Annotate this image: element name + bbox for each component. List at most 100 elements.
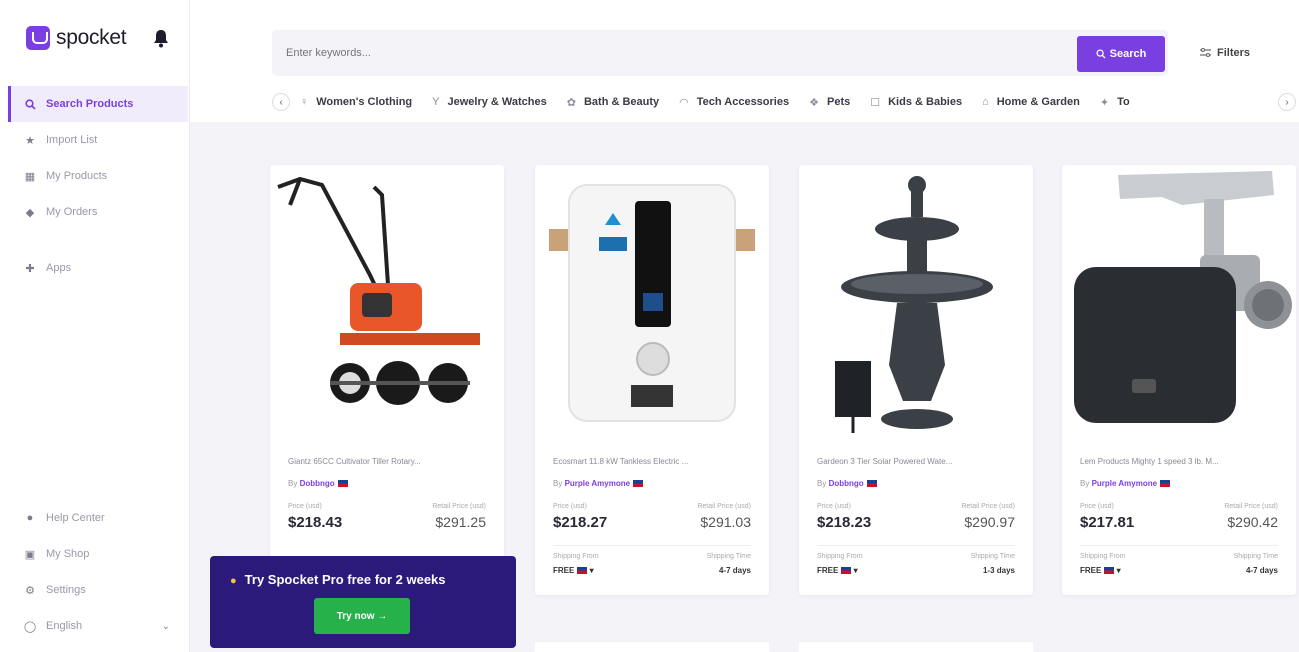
star-icon: ★ <box>25 134 35 147</box>
shipping-time-label: Shipping Time <box>706 553 751 560</box>
sidebar-item-my-products[interactable]: ▦ My Products <box>8 158 188 194</box>
shipping-from-value[interactable]: FREE ▾ <box>1080 566 1121 575</box>
product-retail-price: $291.03 <box>700 514 751 530</box>
pet-icon: ❖ <box>809 96 819 109</box>
sidebar-item-import-list[interactable]: ★ Import List <box>8 122 188 158</box>
product-image-fountain <box>835 176 993 433</box>
top-bar: Search Filters ‹ ♀ Women's Clothing Y Jewe… <box>190 0 1299 122</box>
shop-icon: ▣ <box>24 548 36 561</box>
sidebar-item-label: Import List <box>46 134 98 146</box>
search-icon <box>1096 49 1106 59</box>
category-label: Jewelry & Watches <box>447 96 547 108</box>
product-card[interactable]: Gardeon 3 Tier Solar Powered Wate... By … <box>799 165 1033 595</box>
chevron-right-icon[interactable]: › <box>1278 93 1296 111</box>
sidebar: spocket Search Products ★ Import List ▦ … <box>0 0 190 652</box>
product-title[interactable]: Ecosmart 11.8 kW Tankless Electric ... <box>553 457 753 466</box>
product-seller: By Dobbngo <box>817 479 877 488</box>
sidebar-item-apps[interactable]: ✚ Apps <box>8 250 188 286</box>
product-card[interactable]: Giantz 65CC Cultivator Tiller Rotary... … <box>270 165 504 595</box>
product-image-meat-grinder <box>1074 171 1292 423</box>
sidebar-item-label: Apps <box>46 262 72 274</box>
price-label: Price (usd) <box>288 503 322 510</box>
globe-icon: ◯ <box>23 620 37 633</box>
au-flag-icon <box>337 480 348 488</box>
brand-name: spocket <box>56 26 127 49</box>
category-label: Kids & Babies <box>888 96 963 108</box>
sidebar-item-search-products[interactable]: Search Products <box>8 86 188 122</box>
us-flag-icon <box>1160 480 1171 488</box>
search-button[interactable]: Search <box>1077 36 1165 72</box>
card-divider <box>817 545 1015 546</box>
shipping-from-label: Shipping From <box>553 553 599 560</box>
category-kids-babies[interactable]: ☐ Kids & Babies <box>870 96 962 109</box>
sidebar-item-label: Search Products <box>46 98 134 110</box>
shipping-from-label: Shipping From <box>817 553 863 560</box>
spocket-logo-icon <box>26 26 50 50</box>
retail-label: Retail Price (usd) <box>961 503 1015 510</box>
sidebar-item-label: Help Center <box>46 512 105 524</box>
tag-icon: ◆ <box>25 206 35 219</box>
seller-name[interactable]: Purple Amymone <box>565 479 631 488</box>
filters-button[interactable]: Filters <box>1200 40 1250 66</box>
search-input[interactable] <box>286 44 886 62</box>
category-label: Tech Accessories <box>696 96 790 108</box>
chevron-left-icon[interactable]: ‹ <box>272 93 290 111</box>
category-list: ♀ Women's Clothing Y Jewelry & Watches ✿ Ba… <box>300 96 1268 109</box>
us-flag-icon <box>1104 567 1115 575</box>
retail-label: Retail Price (usd) <box>432 503 486 510</box>
bell-icon[interactable] <box>152 28 170 48</box>
seller-name[interactable]: Dobbngo <box>300 479 335 488</box>
filters-label: Filters <box>1217 47 1251 59</box>
us-flag-icon <box>633 480 644 488</box>
dress-icon: ♀ <box>300 96 309 108</box>
language-label: English <box>46 620 83 632</box>
product-price: $218.43 <box>288 514 343 531</box>
shipping-time-value: 4-7 days <box>1245 566 1278 575</box>
shipping-from-value[interactable]: FREE ▾ <box>817 566 858 575</box>
category-label: Pets <box>826 96 851 108</box>
category-label: Home & Garden <box>996 96 1080 108</box>
toys-icon: ✦ <box>1099 96 1110 109</box>
card-divider <box>1080 545 1278 546</box>
product-card[interactable]: Lem Products Mighty 1 speed 3 lb. M... B… <box>1062 165 1296 595</box>
product-retail-price: $290.97 <box>964 514 1015 530</box>
category-home-garden[interactable]: ⌂ Home & Garden <box>982 96 1080 108</box>
language-selector[interactable]: ◯ English ⌄ <box>8 608 188 644</box>
seller-name[interactable]: Purple Amymone <box>1092 479 1158 488</box>
category-womens-clothing[interactable]: ♀ Women's Clothing <box>300 96 412 108</box>
product-title[interactable]: Gardeon 3 Tier Solar Powered Wate... <box>817 457 1017 466</box>
product-title[interactable]: Lem Products Mighty 1 speed 3 lb. M... <box>1080 457 1280 466</box>
chevron-down-icon: ▾ <box>1116 566 1121 575</box>
promo-text: ● Try Spocket Pro free for 2 weeks <box>230 572 446 587</box>
category-toys[interactable]: ✦ To <box>1100 96 1130 109</box>
sidebar-nav: Search Products ★ Import List ▦ My Produ… <box>8 86 188 286</box>
star-icon: ● <box>230 575 237 587</box>
category-bath-beauty[interactable]: ✿ Bath & Beauty <box>567 96 659 109</box>
category-pets[interactable]: ❖ Pets <box>809 96 850 109</box>
category-tech-accessories[interactable]: ◠ Tech Accessories <box>679 96 789 109</box>
seller-name[interactable]: Dobbngo <box>829 479 864 488</box>
product-seller: By Purple Amymone <box>1080 479 1171 488</box>
category-bar: ‹ ♀ Women's Clothing Y Jewelry & Watches ✿… <box>272 90 1296 114</box>
sidebar-item-help-center[interactable]: ● Help Center <box>8 500 188 536</box>
product-card[interactable]: Ecosmart 11.8 kW Tankless Electric ... B… <box>535 165 769 595</box>
category-label: To <box>1117 96 1130 108</box>
shipping-from-value[interactable]: FREE ▾ <box>553 566 594 575</box>
brand-logo[interactable]: spocket <box>26 26 127 50</box>
headphones-icon: ◠ <box>679 96 689 109</box>
sidebar-item-settings[interactable]: ⚙ Settings <box>8 572 188 608</box>
sidebar-item-my-shop[interactable]: ▣ My Shop <box>8 536 188 572</box>
pro-trial-banner: ● Try Spocket Pro free for 2 weeks Try no… <box>210 556 516 648</box>
kids-icon: ☐ <box>870 96 881 109</box>
product-title[interactable]: Giantz 65CC Cultivator Tiller Rotary... <box>288 457 488 466</box>
shipping-time-value: 1-3 days <box>982 566 1015 575</box>
chevron-down-icon: ▾ <box>853 566 858 575</box>
shipping-time-label: Shipping Time <box>1233 553 1278 560</box>
category-label: Bath & Beauty <box>583 96 660 108</box>
category-jewelry-watches[interactable]: Y Jewelry & Watches <box>432 96 547 108</box>
try-now-button[interactable]: Try now → <box>314 598 410 634</box>
sidebar-item-my-orders[interactable]: ◆ My Orders <box>8 194 188 230</box>
product-seller: By Dobbngo <box>288 479 348 488</box>
retail-label: Retail Price (usd) <box>697 503 751 510</box>
shipping-from-label: Shipping From <box>1080 553 1126 560</box>
